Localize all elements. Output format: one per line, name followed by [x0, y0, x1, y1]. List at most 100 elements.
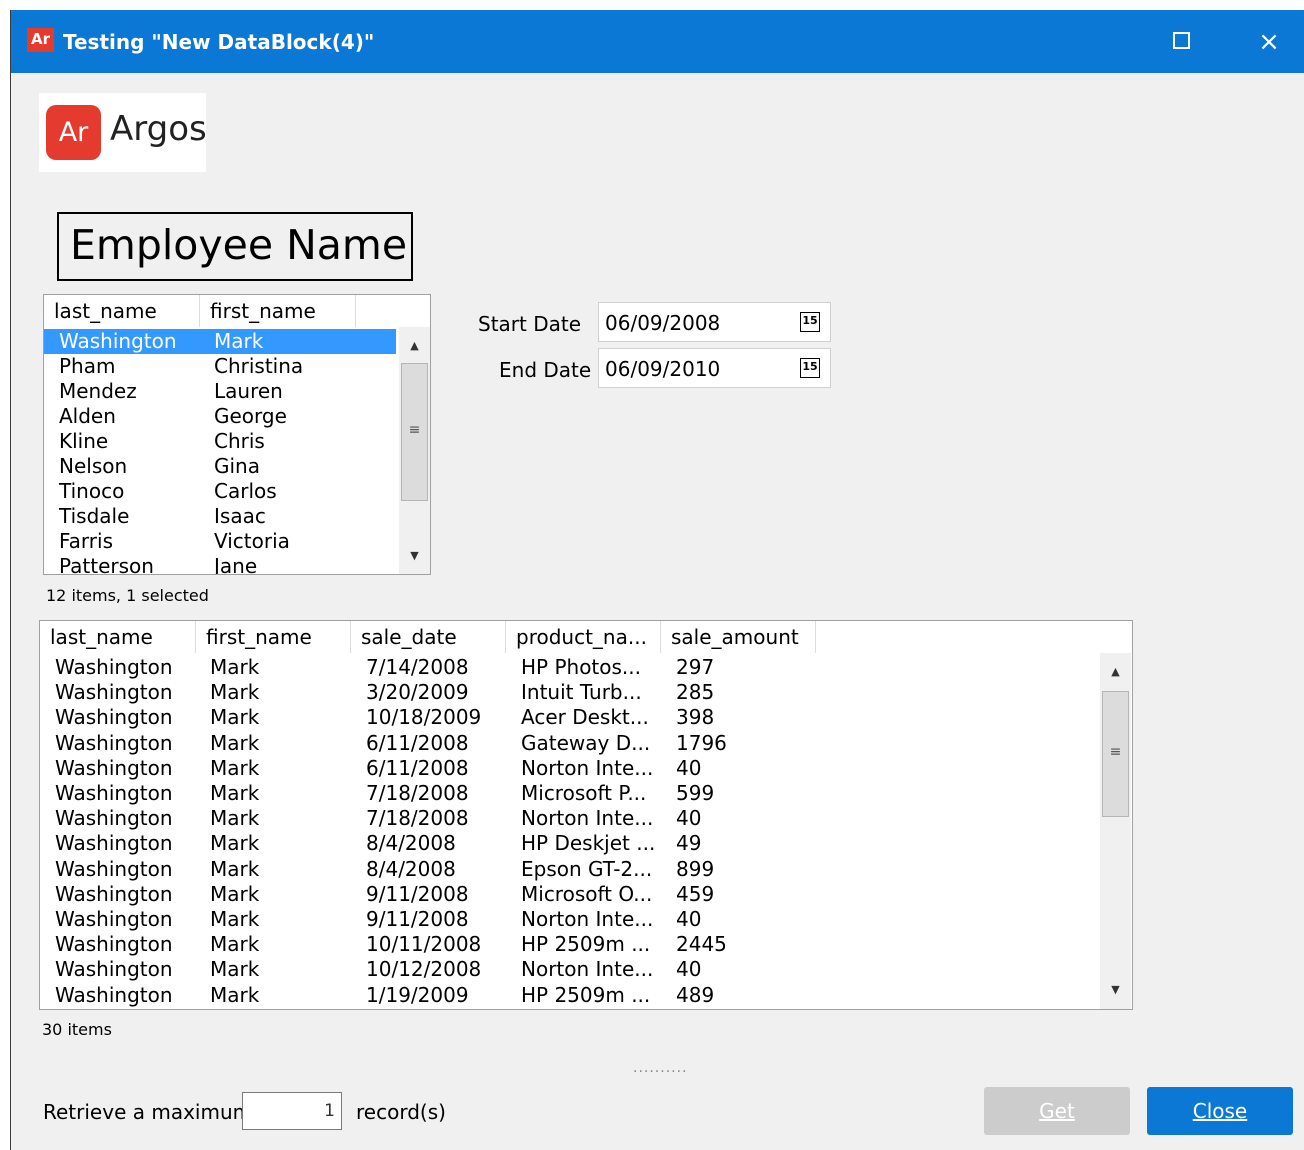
- scroll-thumb[interactable]: ≡: [1102, 691, 1129, 817]
- retrieve-maximum-label: Retrieve a maximum: [43, 1100, 253, 1124]
- cell-product-name: Microsoft P...: [521, 781, 647, 805]
- cell-first-name: Chris: [214, 429, 265, 453]
- column-header-sale-date[interactable]: sale_date: [351, 621, 506, 653]
- cell-last-name: Washington: [55, 881, 173, 906]
- list-item[interactable]: Tinoco Carlos: [44, 479, 396, 504]
- cell-first-name: Mark: [210, 907, 260, 931]
- calendar-icon[interactable]: 15: [800, 358, 820, 378]
- table-row[interactable]: Washington Mark 9/11/2008 Microsoft O... 459: [40, 882, 1098, 907]
- cell-sale-date: 8/4/2008: [366, 831, 456, 856]
- table-row[interactable]: Washington Mark 3/20/2009 Intuit Turb... 285: [40, 680, 1098, 705]
- table-row[interactable]: Washington Mark 10/12/2008 Norton Inte... 40: [40, 957, 1098, 982]
- window-title: Testing "New DataBlock(4)": [63, 30, 375, 54]
- cell-first-name: Mark: [210, 881, 260, 906]
- cell-first-name: Mark: [214, 329, 264, 353]
- cell-sale-date: 8/4/2008: [366, 856, 456, 881]
- cell-last-name: Washington: [55, 806, 173, 831]
- close-icon: ×: [1258, 27, 1280, 57]
- cell-first-name: George: [214, 404, 287, 428]
- cell-last-name: Washington: [55, 755, 173, 780]
- table-row[interactable]: Washington Mark 6/11/2008 Gateway D... 1796: [40, 731, 1098, 756]
- cell-first-name: Mark: [210, 831, 260, 856]
- cell-first-name: Mark: [210, 957, 260, 982]
- table-row[interactable]: Washington Mark 9/11/2008 Norton Inte... 40: [40, 907, 1098, 932]
- splitter-grip[interactable]: ··········: [633, 1064, 688, 1080]
- cell-first-name: Mark: [210, 856, 260, 881]
- employee-list[interactable]: last_name first_name Washington Mark Pham C…: [43, 294, 431, 575]
- table-row[interactable]: Washington Mark 1/19/2009 HP 2509m ... 489: [40, 983, 1098, 1008]
- sales-grid[interactable]: last_name first_name sale_date product_n…: [39, 620, 1133, 1010]
- close-window-button[interactable]: ×: [1249, 22, 1289, 62]
- column-header-sale-amount[interactable]: sale_amount: [661, 621, 816, 653]
- scroll-down-icon[interactable]: ▼: [399, 549, 430, 562]
- column-header-product-name[interactable]: product_na...: [506, 621, 661, 653]
- cell-last-name: Washington: [55, 856, 173, 881]
- end-date-input[interactable]: 06/09/2010 15: [598, 348, 831, 388]
- cell-sale-date: 3/20/2009: [366, 680, 469, 705]
- argos-logo-text: Argos: [110, 109, 207, 149]
- cell-first-name: Mark: [210, 932, 260, 957]
- close-button[interactable]: Close: [1147, 1087, 1293, 1135]
- list-item[interactable]: Pham Christina: [44, 354, 396, 379]
- scroll-down-icon[interactable]: ▼: [1100, 983, 1131, 996]
- table-row[interactable]: Washington Mark 7/18/2008 Microsoft P... 599: [40, 781, 1098, 806]
- cell-sale-amount: 489: [676, 982, 715, 1007]
- table-row[interactable]: Washington Mark 8/4/2008 Epson GT-2... 899: [40, 857, 1098, 882]
- table-row[interactable]: Washington Mark 8/4/2008 HP Deskjet ... 49: [40, 831, 1098, 856]
- cell-product-name: Acer Deskt...: [521, 705, 649, 730]
- table-row[interactable]: Washington Mark 7/14/2008 HP Photos... 297: [40, 655, 1098, 680]
- cell-first-name: Mark: [210, 982, 260, 1007]
- cell-sale-date: 7/18/2008: [366, 806, 469, 831]
- cell-last-name: Washington: [55, 730, 173, 755]
- scroll-thumb[interactable]: ≡: [401, 363, 428, 501]
- column-header-first-name[interactable]: first_name: [196, 621, 351, 653]
- list-item[interactable]: Patterson Jane: [44, 554, 396, 575]
- table-row[interactable]: Washington Mark 6/11/2008 Norton Inte... 40: [40, 756, 1098, 781]
- column-header-last-name[interactable]: last_name: [44, 295, 200, 327]
- get-button[interactable]: Get: [984, 1087, 1130, 1135]
- sales-grid-header: last_name first_name sale_date product_n…: [40, 621, 1132, 653]
- list-item[interactable]: Nelson Gina: [44, 454, 396, 479]
- cell-sale-amount: 2445: [676, 932, 727, 957]
- cell-last-name: Washington: [55, 932, 173, 957]
- cell-first-name: Jane: [214, 554, 258, 575]
- cell-sale-amount: 1796: [676, 730, 727, 755]
- argos-logo: Ar Argos: [39, 93, 207, 172]
- list-item[interactable]: Tisdale Isaac: [44, 504, 396, 529]
- list-item[interactable]: Alden George: [44, 404, 396, 429]
- scroll-up-icon[interactable]: ▲: [399, 339, 430, 352]
- cell-sale-date: 6/11/2008: [366, 755, 469, 780]
- sales-grid-scrollbar[interactable]: ▲ ≡ ▼: [1100, 653, 1131, 1009]
- maximize-button[interactable]: [1161, 22, 1201, 62]
- cell-product-name: Gateway D...: [521, 730, 651, 755]
- start-date-input[interactable]: 06/09/2008 15: [598, 302, 831, 342]
- max-records-input[interactable]: 1: [242, 1092, 342, 1130]
- scroll-up-icon[interactable]: ▲: [1100, 665, 1131, 678]
- cell-sale-date: 9/11/2008: [366, 881, 469, 906]
- calendar-icon[interactable]: 15: [800, 312, 820, 332]
- list-item[interactable]: Washington Mark: [44, 329, 396, 354]
- title-bar[interactable]: Ar Testing "New DataBlock(4)" ×: [11, 10, 1304, 73]
- cell-first-name: Mark: [210, 755, 260, 780]
- table-row[interactable]: Washington Mark 10/11/2008 HP 2509m ... 2445: [40, 932, 1098, 957]
- cell-last-name: Washington: [55, 680, 173, 705]
- cell-sale-amount: 40: [676, 806, 702, 831]
- cell-sale-date: 10/11/2008: [366, 932, 482, 957]
- list-item[interactable]: Farris Victoria: [44, 529, 396, 554]
- cell-last-name: Tinoco: [59, 479, 125, 503]
- list-item[interactable]: Mendez Lauren: [44, 379, 396, 404]
- employee-list-scrollbar[interactable]: ▲ ≡ ▼: [399, 327, 430, 574]
- cell-first-name: Mark: [210, 655, 260, 679]
- argos-logo-mark: Ar: [46, 105, 101, 160]
- table-row[interactable]: Washington Mark 7/18/2008 Norton Inte... 40: [40, 806, 1098, 831]
- column-header-last-name[interactable]: last_name: [40, 621, 196, 653]
- cell-sale-amount: 899: [676, 856, 715, 881]
- list-item[interactable]: Kline Chris: [44, 429, 396, 454]
- cell-product-name: HP 2509m ...: [521, 982, 651, 1007]
- maximize-icon: [1172, 32, 1190, 49]
- table-row[interactable]: Washington Mark 10/18/2009 Acer Deskt... 398: [40, 705, 1098, 730]
- column-header-first-name[interactable]: first_name: [200, 295, 356, 327]
- dialog-window: Ar Testing "New DataBlock(4)" × Ar Argos…: [10, 10, 1304, 1150]
- cell-sale-date: 10/12/2008: [366, 957, 482, 982]
- cell-last-name: Washington: [55, 705, 173, 730]
